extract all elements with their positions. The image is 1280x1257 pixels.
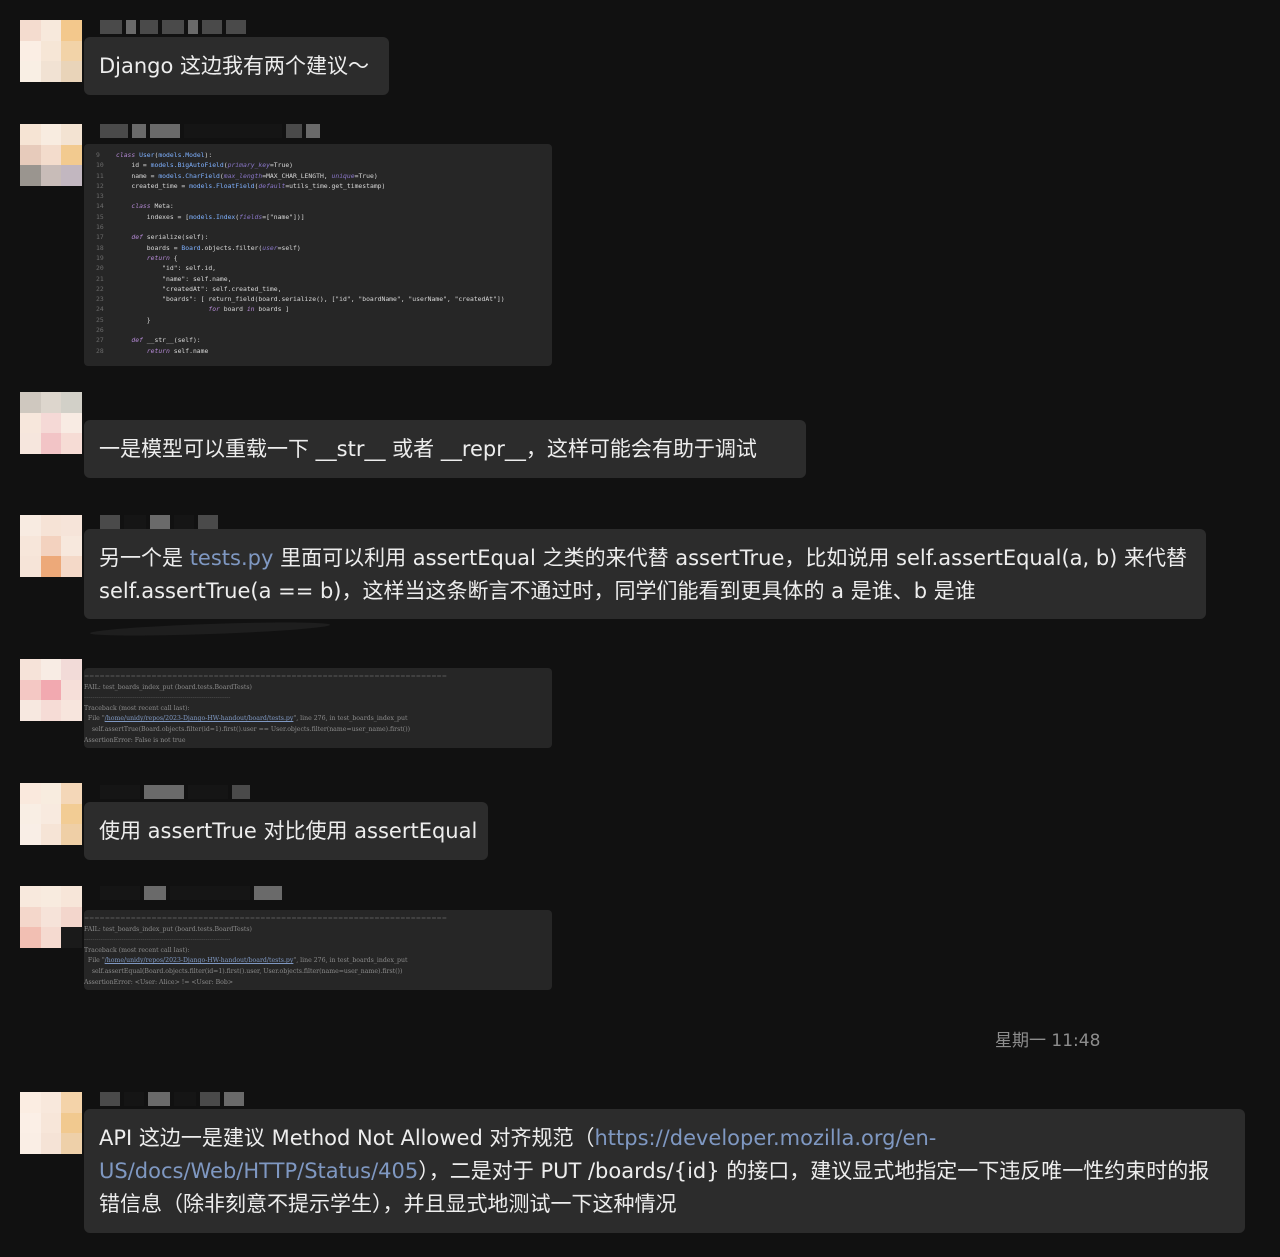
avatar[interactable] xyxy=(20,124,82,186)
traceback-line: File "/home/unidy/repos/2023-Django-HW-h… xyxy=(84,715,408,723)
sender-name-blurred xyxy=(100,20,246,34)
code-line: 17 def serialize(self): xyxy=(96,233,209,242)
traceback-screenshot-image[interactable]: ========================================… xyxy=(84,668,552,748)
traceback-line: ----------------------------------------… xyxy=(84,936,231,944)
code-line: 18 boards = Board.objects.filter(user=se… xyxy=(96,243,301,252)
traceback-line: Traceback (most recent call last): xyxy=(84,946,190,954)
avatar[interactable] xyxy=(20,515,82,577)
traceback-line: self.assertEqual(Board.objects.filter(id… xyxy=(84,967,403,975)
code-screenshot-image[interactable]: 9 class User(models.Model): 10 id = models… xyxy=(84,144,552,366)
code-line: 23 "boards": [ return_field(board.serial… xyxy=(96,295,505,304)
sender-name-blurred xyxy=(100,124,320,138)
code-line: 28 return self.name xyxy=(96,346,209,355)
code-line: 9 class User(models.Model): xyxy=(96,151,213,159)
message-bubble[interactable]: Django 这边我有两个建议～ xyxy=(84,37,389,95)
avatar[interactable] xyxy=(20,392,82,454)
traceback-screenshot-image[interactable]: ========================================… xyxy=(84,910,552,990)
code-line: 13 xyxy=(96,192,104,201)
code-line: 24 for board in boards ] xyxy=(96,305,290,314)
message-text: 一是模型可以重载一下 __str__ 或者 __repr__，这样可能会有助于调… xyxy=(99,437,757,461)
sender-name-blurred xyxy=(100,886,282,900)
code-text: 9 class User(models.Model): 10 id = models… xyxy=(84,144,552,356)
avatar[interactable] xyxy=(20,1092,82,1154)
timestamp: 星期一 11:48 xyxy=(995,1031,1101,1051)
code-line: 15 indexes = [models.Index(fields=["name… xyxy=(96,212,305,221)
traceback-line: ========================================… xyxy=(84,915,447,922)
message-text-before: API 这边一是建议 Method Not Allowed 对齐规范（ xyxy=(99,1126,595,1150)
traceback-line: File "/home/unidy/repos/2023-Django-HW-h… xyxy=(84,957,408,965)
code-line: 12 created_time = models.FloatField(defa… xyxy=(96,181,386,190)
message-text-before: 另一个是 xyxy=(99,546,190,570)
sender-name-blurred xyxy=(100,1092,244,1106)
file-link[interactable]: tests.py xyxy=(190,546,274,570)
code-line: 14 class Meta: xyxy=(96,202,174,211)
traceback-line: FAIL: test_boards_index_put (board.tests… xyxy=(84,925,252,933)
smudge xyxy=(89,619,331,639)
code-line: 25 } xyxy=(96,315,151,324)
message-bubble[interactable]: 一是模型可以重载一下 __str__ 或者 __repr__，这样可能会有助于调… xyxy=(84,420,806,478)
traceback-text: ========================================… xyxy=(84,668,552,746)
avatar[interactable] xyxy=(20,659,82,721)
traceback-line: self.assertTrue(Board.objects.filter(id=… xyxy=(84,725,411,733)
code-line: 21 "name": self.name, xyxy=(96,274,232,283)
traceback-line: ========================================… xyxy=(84,673,447,680)
avatar[interactable] xyxy=(20,20,82,82)
message-text: 使用 assertTrue 对比使用 assertEqual xyxy=(99,819,478,843)
message-text: Django 这边我有两个建议～ xyxy=(99,54,370,78)
avatar[interactable] xyxy=(20,886,82,948)
traceback-line: ----------------------------------------… xyxy=(84,694,231,702)
code-line: 20 "id": self.id, xyxy=(96,264,217,273)
code-line: 10 id = models.BigAutoField(primary_key=… xyxy=(96,161,294,170)
code-line: 16 xyxy=(96,223,104,232)
code-line: 26 xyxy=(96,326,104,335)
message-bubble[interactable]: API 这边一是建议 Method Not Allowed 对齐规范（https… xyxy=(84,1109,1245,1233)
message-bubble[interactable]: 使用 assertTrue 对比使用 assertEqual xyxy=(84,802,488,860)
traceback-line: Traceback (most recent call last): xyxy=(84,704,190,712)
traceback-line: AssertionError: False is not true xyxy=(84,736,186,744)
traceback-text: ========================================… xyxy=(84,910,552,988)
code-line: 19 return { xyxy=(96,253,178,262)
avatar[interactable] xyxy=(20,783,82,845)
sender-name-blurred xyxy=(100,515,218,529)
code-line: 27 def __str__(self): xyxy=(96,336,201,345)
traceback-line: AssertionError: <User: Alice> != <User: … xyxy=(84,978,234,986)
message-bubble[interactable]: 另一个是 tests.py 里面可以利用 assertEqual 之类的来代替 … xyxy=(84,529,1206,619)
traceback-line: FAIL: test_boards_index_put (board.tests… xyxy=(84,683,252,691)
sender-name-blurred xyxy=(100,785,250,799)
code-line: 11 name = models.CharField(max_length=MA… xyxy=(96,171,378,180)
code-line: 22 "createdAt": self.created_time, xyxy=(96,284,282,293)
